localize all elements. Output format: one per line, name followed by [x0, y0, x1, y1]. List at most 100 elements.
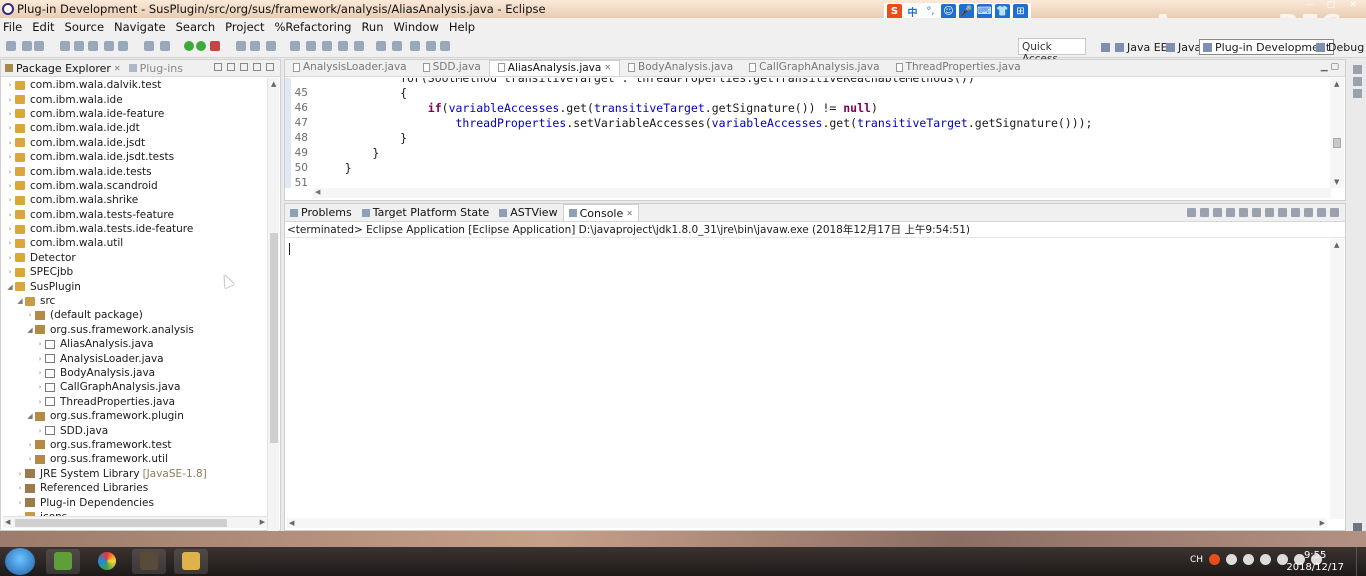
tree-item[interactable]: › ThreadProperties.java: [1, 395, 267, 409]
tree-item[interactable]: › Plug-in Dependencies: [1, 495, 267, 509]
expanded-arrow-icon[interactable]: ◢: [5, 283, 15, 291]
collapsed-arrow-icon[interactable]: ›: [35, 340, 45, 348]
remove-all-icon[interactable]: [1213, 208, 1222, 217]
tool-icon[interactable]: [250, 41, 260, 51]
tree-item[interactable]: › com.ibm.wala.scandroid: [1, 179, 267, 193]
menu-source[interactable]: Source: [65, 20, 105, 34]
skin-icon[interactable]: 👕: [995, 4, 1010, 19]
menu-edit[interactable]: Edit: [32, 20, 54, 34]
menu-navigate[interactable]: Navigate: [114, 20, 166, 34]
tool-icon[interactable]: [104, 41, 114, 51]
tree-item[interactable]: › com.ibm.wala.ide.jsdt.tests: [1, 150, 267, 164]
external-tools-icon[interactable]: [210, 41, 220, 51]
scroll-up-icon[interactable]: ▲: [1334, 241, 1339, 249]
tool-icon[interactable]: [160, 41, 170, 51]
tree-item[interactable]: › com.ibm.wala.ide.jdt: [1, 121, 267, 135]
tool-icon[interactable]: [88, 41, 98, 51]
collapsed-arrow-icon[interactable]: ›: [5, 196, 15, 204]
editor-vertical-scrollbar[interactable]: ▲ ▼: [1330, 78, 1344, 188]
tree-item[interactable]: › com.ibm.wala.util: [1, 236, 267, 250]
tree-item[interactable]: › org.sus.framework.test: [1, 438, 267, 452]
tree-item[interactable]: › AliasAnalysis.java: [1, 337, 267, 351]
editor-tab[interactable]: CallGraphAnalysis.java: [741, 60, 887, 76]
save-icon[interactable]: [22, 41, 32, 51]
editor-tab[interactable]: SDD.java: [415, 60, 489, 76]
tool-icon[interactable]: [392, 41, 402, 51]
pin-console-icon[interactable]: [1278, 208, 1287, 217]
tree-item[interactable]: › SDD.java: [1, 423, 267, 437]
collapsed-arrow-icon[interactable]: ›: [15, 499, 25, 507]
editor-tab[interactable]: AliasAnalysis.java ✕: [488, 60, 621, 76]
collapsed-arrow-icon[interactable]: ›: [5, 124, 15, 132]
perspective-debug[interactable]: Debug: [1313, 39, 1366, 55]
scroll-right-icon[interactable]: ▶: [260, 518, 265, 526]
expanded-arrow-icon[interactable]: ◢: [15, 297, 25, 305]
toolbox-icon[interactable]: ⊞: [1013, 4, 1028, 19]
network-icon[interactable]: [1226, 554, 1237, 565]
menu-file[interactable]: File: [3, 20, 22, 34]
vertical-scrollbar[interactable]: ▲: [267, 78, 279, 532]
maximize-button[interactable]: ▢: [1322, 0, 1340, 12]
open-perspective-icon[interactable]: [1098, 39, 1113, 55]
show-desktop-button[interactable]: [1356, 547, 1366, 576]
chinese-mode-icon[interactable]: 中: [905, 4, 920, 19]
tree-item[interactable]: › CallGraphAnalysis.java: [1, 380, 267, 394]
word-wrap-icon[interactable]: [1252, 208, 1261, 217]
tree-item[interactable]: › AnalysisLoader.java: [1, 351, 267, 365]
editor-horizontal-scrollbar[interactable]: ◀: [313, 188, 1331, 198]
taskbar-app[interactable]: [132, 549, 166, 574]
new-console-icon[interactable]: [1304, 208, 1313, 217]
collapsed-arrow-icon[interactable]: ›: [5, 254, 15, 262]
collapsed-arrow-icon[interactable]: ›: [5, 153, 15, 161]
debug-icon[interactable]: [184, 41, 194, 51]
tool-icon[interactable]: [144, 41, 154, 51]
taskbar-app[interactable]: [90, 549, 124, 574]
expanded-arrow-icon[interactable]: ◢: [25, 412, 35, 420]
console-horizontal-scrollbar[interactable]: ◀ ▶: [287, 518, 1327, 528]
collapsed-arrow-icon[interactable]: ›: [5, 81, 15, 89]
new-icon[interactable]: [6, 41, 16, 51]
scroll-thumb[interactable]: [270, 233, 278, 443]
scroll-left-icon[interactable]: ◀: [289, 519, 294, 527]
build-icon[interactable]: [74, 41, 84, 51]
menu-window[interactable]: Window: [394, 20, 439, 34]
collapsed-arrow-icon[interactable]: ›: [15, 484, 25, 492]
close-button[interactable]: ✕: [1344, 0, 1362, 12]
collapsed-arrow-icon[interactable]: ›: [5, 168, 15, 176]
editor-tab[interactable]: ThreadProperties.java: [888, 60, 1029, 76]
scroll-thumb[interactable]: [15, 519, 227, 527]
collapsed-arrow-icon[interactable]: ›: [15, 470, 25, 478]
tab-package-explorer[interactable]: Package Explorer ✕: [1, 62, 125, 75]
sogou-tray-icon[interactable]: [1209, 554, 1220, 565]
tree-item[interactable]: › com.ibm.wala.ide.jsdt: [1, 136, 267, 150]
remove-launch-icon[interactable]: [1200, 208, 1209, 217]
collapsed-arrow-icon[interactable]: ›: [5, 239, 15, 247]
tool-icon[interactable]: [118, 41, 128, 51]
maximize-icon[interactable]: [1330, 208, 1339, 217]
tool-icon[interactable]: [338, 41, 348, 51]
back-icon[interactable]: [410, 41, 420, 51]
tree-item[interactable]: › com.ibm.wala.ide-feature: [1, 107, 267, 121]
save-all-icon[interactable]: [34, 41, 44, 51]
scroll-lock-icon[interactable]: [1239, 208, 1248, 217]
voice-icon[interactable]: 🎤: [959, 4, 974, 19]
horizontal-scrollbar[interactable]: ◀ ▶: [3, 516, 267, 528]
menu-search[interactable]: Search: [176, 20, 216, 34]
scroll-left-icon[interactable]: ◀: [5, 518, 10, 526]
restore-icon[interactable]: [1353, 89, 1362, 98]
tool-icon[interactable]: [236, 41, 246, 51]
tree-item[interactable]: › com.ibm.wala.tests-feature: [1, 208, 267, 222]
tool-icon[interactable]: [354, 41, 364, 51]
tree-item[interactable]: ◢ org.sus.framework.analysis: [1, 323, 267, 337]
tree-item[interactable]: › com.ibm.wala.ide: [1, 92, 267, 106]
collapsed-arrow-icon[interactable]: ›: [35, 383, 45, 391]
punctuation-icon[interactable]: °,: [923, 4, 938, 19]
show-hidden-icon[interactable]: [1260, 554, 1271, 565]
maximize-icon[interactable]: [266, 63, 274, 71]
tree-item[interactable]: ◢ src: [1, 294, 267, 308]
expanded-arrow-icon[interactable]: ◢: [25, 326, 35, 334]
taskbar-app[interactable]: [46, 549, 80, 574]
scroll-down-icon[interactable]: ▼: [1334, 178, 1339, 186]
tool-icon[interactable]: [306, 41, 316, 51]
collapsed-arrow-icon[interactable]: ›: [35, 355, 45, 363]
